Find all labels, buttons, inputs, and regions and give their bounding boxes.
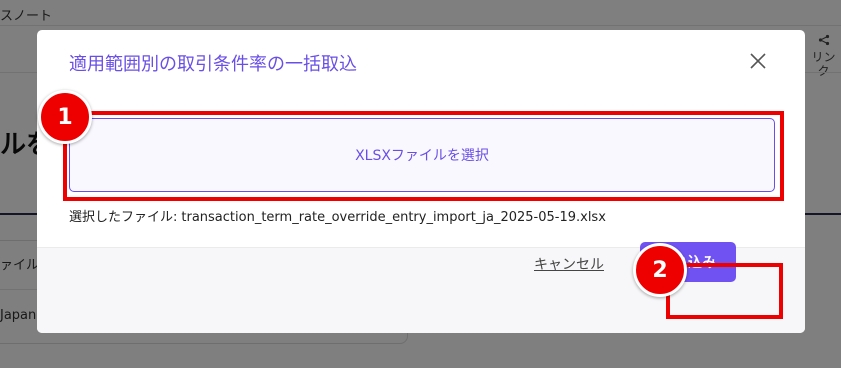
selected-file-name: transaction_term_rate_override_entry_imp… [181, 210, 606, 225]
close-icon [750, 53, 766, 69]
cancel-button[interactable]: キャンセル [534, 254, 604, 274]
selected-file-label: 選択したファイル: [69, 210, 178, 225]
close-button[interactable] [743, 46, 773, 76]
step-badge-2: 2 [633, 243, 687, 297]
highlight-select-file [63, 111, 784, 201]
selected-file-info: 選択したファイル: transaction_term_rate_override_… [69, 206, 610, 225]
step-badge-1: 1 [38, 90, 92, 144]
dialog-title: 適用範囲別の取引条件率の一括取込 [69, 54, 357, 75]
